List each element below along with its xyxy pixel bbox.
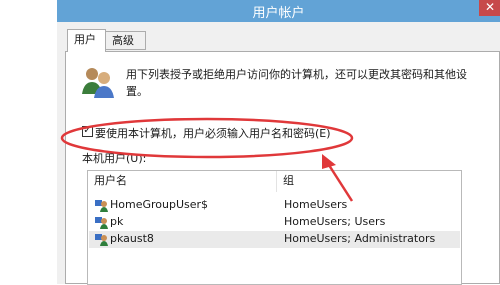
user-account-icon [95,200,108,212]
local-users-label: 本机用户(U): [82,152,147,165]
column-header-username[interactable]: 用户名 [88,171,277,192]
tab-advanced[interactable]: 高级 [106,31,146,50]
users-list-header: 用户名 组 [88,171,461,193]
window-body: 用户 高级 用下列表授予或拒绝用户访问你的计算机，还可以更改其密码和其他设置。 … [57,22,500,285]
require-login-checkbox[interactable]: ✓ [82,126,93,137]
users-list[interactable]: 用户名 组 HomeGroupUser$ HomeUsers pk HomeUs… [87,170,462,285]
user-group: HomeUsers; Administrators [284,232,436,245]
column-header-group[interactable]: 组 [277,171,461,192]
close-icon: ✕ [484,0,496,14]
user-name: HomeGroupUser$ [110,198,209,211]
user-account-icon [95,217,108,229]
user-name: pk [110,215,124,228]
user-name: pkaust8 [110,232,154,245]
users-tab-panel: 用下列表授予或拒绝用户访问你的计算机，还可以更改其密码和其他设置。 ✓ 要使用本… [65,51,500,285]
table-row[interactable]: HomeGroupUser$ HomeUsers [89,197,460,214]
window-titlebar: 用户帐户 ✕ [57,0,500,22]
close-button[interactable]: ✕ [479,0,500,16]
require-login-label[interactable]: 要使用本计算机，用户必须输入用户名和密码(E) [95,125,331,141]
users-description: 用下列表授予或拒绝用户访问你的计算机，还可以更改其密码和其他设置。 [126,68,467,98]
user-group: HomeUsers; Users [284,215,386,228]
user-group: HomeUsers [284,198,348,211]
tab-users[interactable]: 用户 [67,29,106,52]
users-icon [82,68,114,98]
table-row[interactable]: pk HomeUsers; Users [89,214,460,231]
window-title: 用户帐户 [252,6,305,21]
user-account-icon [95,234,108,246]
table-row[interactable]: pkaust8 HomeUsers; Administrators [89,231,460,248]
tabstrip: 用户 高级 [57,29,500,52]
